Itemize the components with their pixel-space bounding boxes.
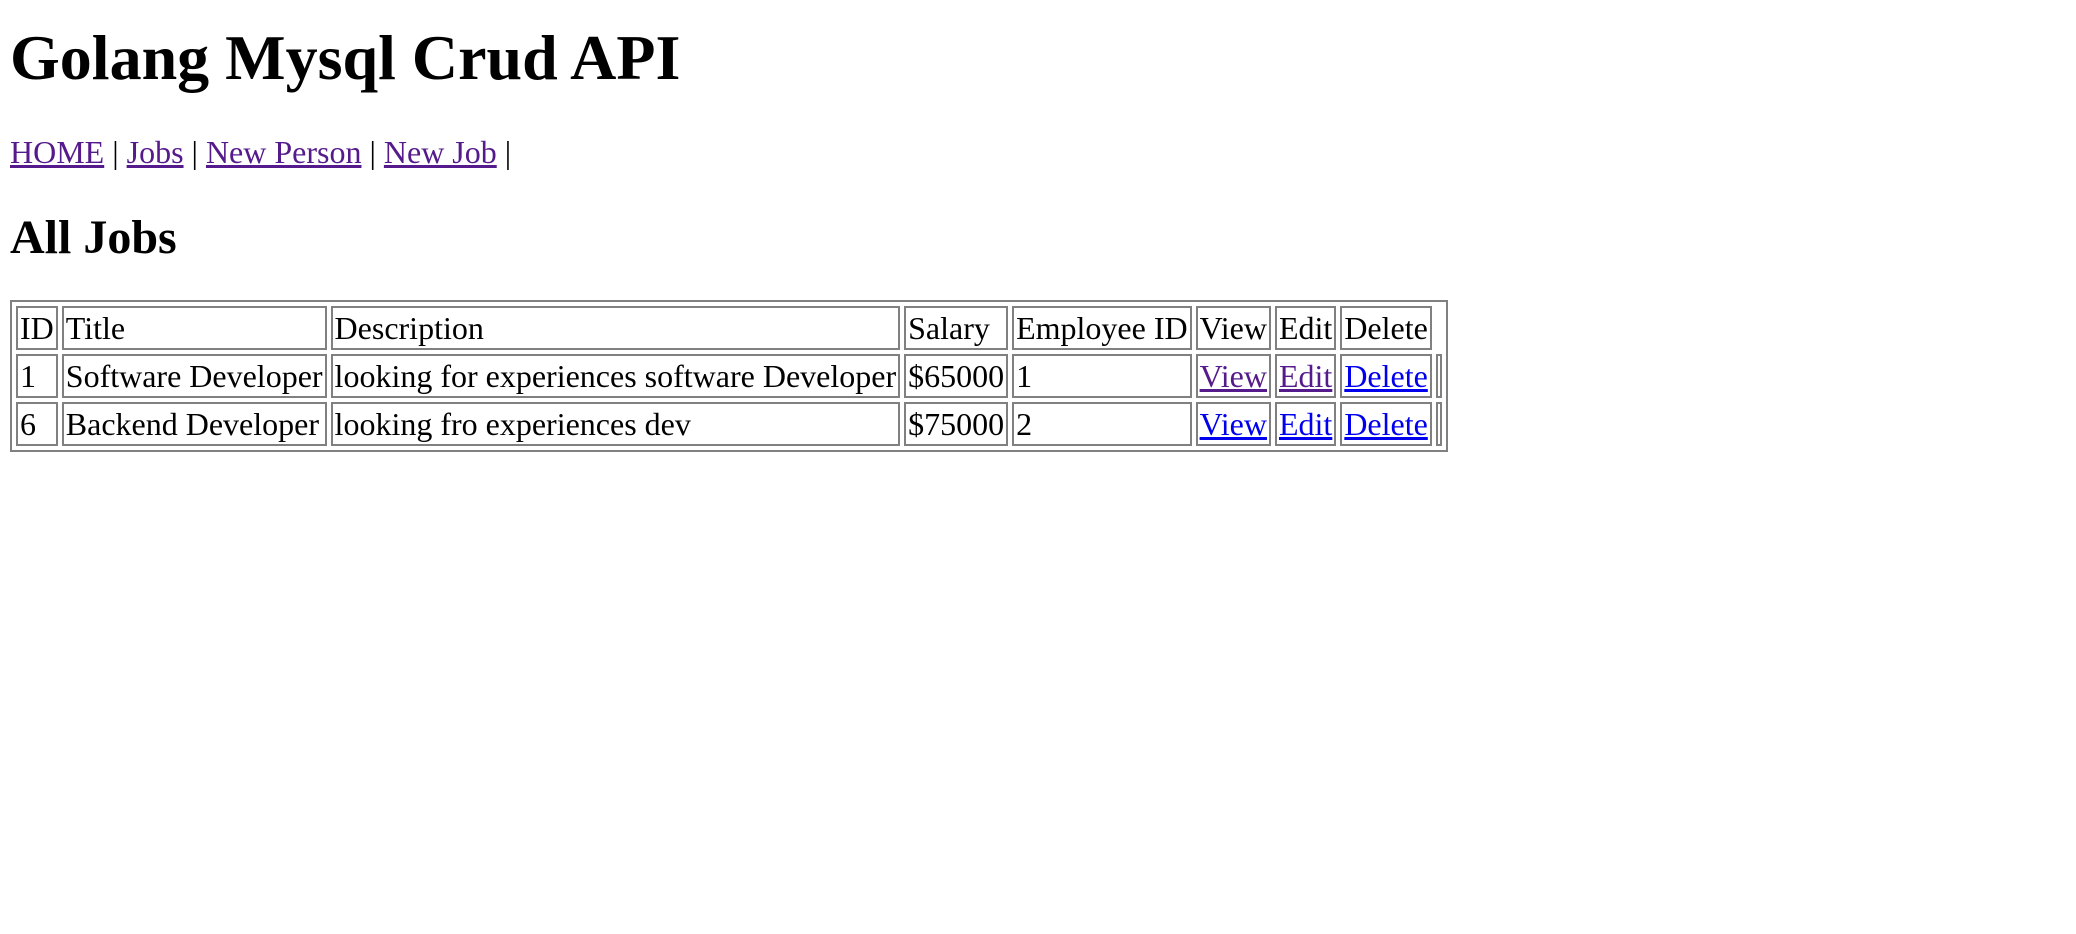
cell-salary: $75000 <box>904 402 1009 446</box>
nav-link-home[interactable]: HOME <box>10 134 104 170</box>
top-nav: HOME | Jobs | New Person | New Job | <box>10 132 2066 172</box>
edit-link[interactable]: Edit <box>1279 358 1332 394</box>
column-header-edit: Edit <box>1274 306 1337 350</box>
nav-link-jobs[interactable]: Jobs <box>127 134 184 170</box>
column-header-employee-id: Employee ID <box>1012 306 1192 350</box>
table-row: 1 Software Developer looking for experie… <box>16 354 1442 398</box>
cell-salary: $65000 <box>904 354 1009 398</box>
cell-empty <box>1435 402 1442 446</box>
cell-employee-id: 2 <box>1012 402 1192 446</box>
cell-view: View <box>1195 402 1271 446</box>
nav-link-new-person[interactable]: New Person <box>206 134 362 170</box>
view-link[interactable]: View <box>1200 358 1267 394</box>
column-header-title: Title <box>61 306 327 350</box>
column-header-delete: Delete <box>1340 306 1432 350</box>
table-row: 6 Backend Developer looking fro experien… <box>16 402 1442 446</box>
delete-link[interactable]: Delete <box>1344 406 1428 442</box>
cell-empty <box>1435 354 1442 398</box>
section-heading: All Jobs <box>10 211 177 264</box>
nav-separator: | <box>112 134 119 170</box>
cell-edit: Edit <box>1274 354 1337 398</box>
nav-separator: | <box>504 134 512 170</box>
nav-separator: | <box>369 134 376 170</box>
cell-id: 1 <box>16 354 58 398</box>
nav-link-new-job[interactable]: New Job <box>384 134 497 170</box>
cell-id: 6 <box>16 402 58 446</box>
nav-separator: | <box>191 134 198 170</box>
column-header-salary: Salary <box>904 306 1009 350</box>
delete-link[interactable]: Delete <box>1344 358 1428 394</box>
jobs-table: ID Title Description Salary Employee ID … <box>10 300 1448 452</box>
cell-view: View <box>1195 354 1271 398</box>
cell-delete: Delete <box>1340 354 1432 398</box>
column-header-id: ID <box>16 306 58 350</box>
page-title: Golang Mysql Crud API <box>10 22 681 93</box>
cell-employee-id: 1 <box>1012 354 1192 398</box>
edit-link[interactable]: Edit <box>1279 406 1332 442</box>
cell-title: Software Developer <box>61 354 327 398</box>
cell-edit: Edit <box>1274 402 1337 446</box>
cell-delete: Delete <box>1340 402 1432 446</box>
column-header-description: Description <box>330 306 901 350</box>
column-header-view: View <box>1195 306 1271 350</box>
cell-description: looking for experiences software Develop… <box>330 354 901 398</box>
cell-title: Backend Developer <box>61 402 327 446</box>
view-link[interactable]: View <box>1200 406 1267 442</box>
cell-description: looking fro experiences dev <box>330 402 901 446</box>
table-header-row: ID Title Description Salary Employee ID … <box>16 306 1442 350</box>
